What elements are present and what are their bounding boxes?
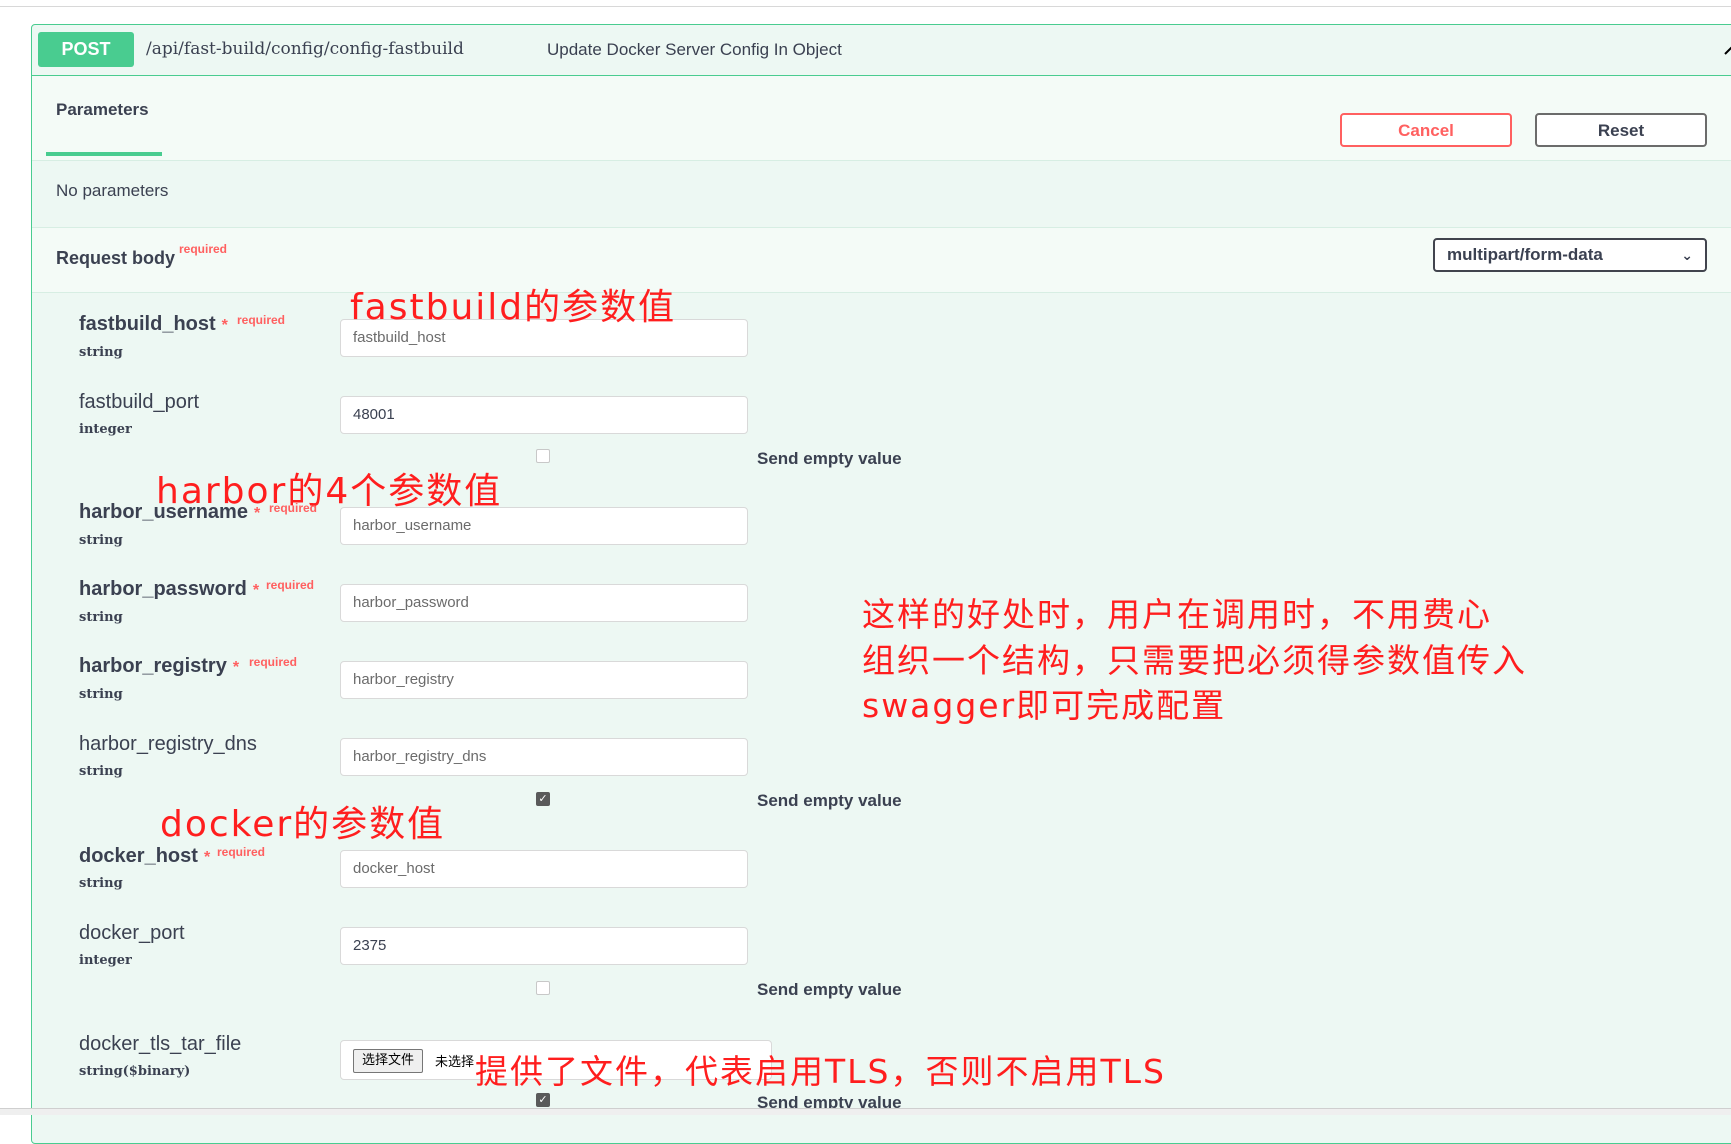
send-empty-label: Send empty value xyxy=(757,449,902,468)
annotation-benefit-line3: swagger即可完成配置 xyxy=(862,686,1227,725)
param-type: string xyxy=(79,876,123,891)
param-name-docker-port: docker_port xyxy=(79,922,185,944)
param-type: string($binary) xyxy=(79,1064,191,1079)
param-name-fastbuild-port: fastbuild_port xyxy=(79,391,200,413)
chevron-up-icon[interactable] xyxy=(1722,37,1731,61)
send-empty-checkbox[interactable] xyxy=(536,981,550,995)
harbor-password-input[interactable]: harbor_password xyxy=(340,584,748,622)
docker-host-input[interactable]: docker_host xyxy=(340,850,748,888)
cancel-button[interactable]: Cancel xyxy=(1340,113,1512,147)
annotation-benefit-line1: 这样的好处时，用户在调用时，不用费心 xyxy=(862,595,1492,634)
param-type: string xyxy=(79,610,123,625)
request-body-title: Request body xyxy=(56,248,176,268)
param-name-harbor-password: harbor_password * xyxy=(79,578,260,600)
param-name-fastbuild-host: fastbuild_host * xyxy=(79,313,228,335)
tab-parameters[interactable]: Parameters xyxy=(56,100,149,120)
required-tag: required xyxy=(217,845,266,859)
operation-description: Update Docker Server Config In Object xyxy=(547,40,842,59)
send-empty-label: Send empty value xyxy=(757,791,902,810)
content-type-select[interactable]: multipart/form-data ⌄ xyxy=(1433,238,1707,272)
top-divider xyxy=(0,0,1731,7)
send-empty-checkbox[interactable]: ✓ xyxy=(536,792,550,806)
param-name-harbor-registry: harbor_registry * xyxy=(79,655,240,677)
parameters-tabbar: Parameters Cancel Reset xyxy=(32,76,1731,161)
param-name-docker-host: docker_host * xyxy=(79,845,211,867)
docker-port-input[interactable]: 2375 xyxy=(340,927,748,965)
fastbuild-port-input[interactable]: 48001 xyxy=(340,396,748,434)
send-empty-label: Send empty value xyxy=(757,980,902,999)
active-tab-indicator xyxy=(46,152,162,156)
param-type: string xyxy=(79,687,123,702)
operation-summary[interactable]: POST /api/fast-build/config/config-fastb… xyxy=(32,25,1731,76)
param-type: string xyxy=(79,764,123,779)
send-empty-checkbox[interactable] xyxy=(536,449,550,463)
annotation-benefit-line2: 组织一个结构，只需要把必须得参数值传入 xyxy=(862,641,1527,680)
chevron-down-icon: ⌄ xyxy=(1681,247,1693,263)
reset-button[interactable]: Reset xyxy=(1535,113,1707,147)
harbor-registry-input[interactable]: harbor_registry xyxy=(340,661,748,699)
method-badge: POST xyxy=(38,32,134,67)
annotation-fastbuild: fastbuild的参数值 xyxy=(350,287,677,328)
request-body-required-tag: required xyxy=(179,242,228,256)
harbor-registry-dns-input[interactable]: harbor_registry_dns xyxy=(340,738,748,776)
request-body-header: Request body required multipart/form-dat… xyxy=(32,227,1731,293)
choose-file-button[interactable]: 选择文件 xyxy=(353,1049,424,1073)
required-tag: required xyxy=(237,313,286,327)
annotation-tls: 提供了文件，代表启用TLS，否则不启用TLS xyxy=(475,1052,1166,1091)
required-tag: required xyxy=(266,578,315,592)
param-type: string xyxy=(79,345,123,360)
param-type: string xyxy=(79,533,123,548)
annotation-docker: docker的参数值 xyxy=(160,804,446,845)
endpoint-path: /api/fast-build/config/config-fastbuild xyxy=(146,39,464,59)
param-type: integer xyxy=(79,422,132,437)
param-name-docker-tls-tar-file: docker_tls_tar_file xyxy=(79,1033,242,1055)
content-type-value: multipart/form-data xyxy=(1447,245,1603,264)
send-empty-checkbox[interactable]: ✓ xyxy=(536,1093,550,1107)
param-type: integer xyxy=(79,953,132,968)
param-name-harbor-registry-dns: harbor_registry_dns xyxy=(79,733,257,755)
required-tag: required xyxy=(249,655,298,669)
no-parameters-text: No parameters xyxy=(56,181,169,200)
file-status: 未选择 xyxy=(435,1054,475,1069)
annotation-harbor: harbor的4个参数值 xyxy=(156,471,503,512)
